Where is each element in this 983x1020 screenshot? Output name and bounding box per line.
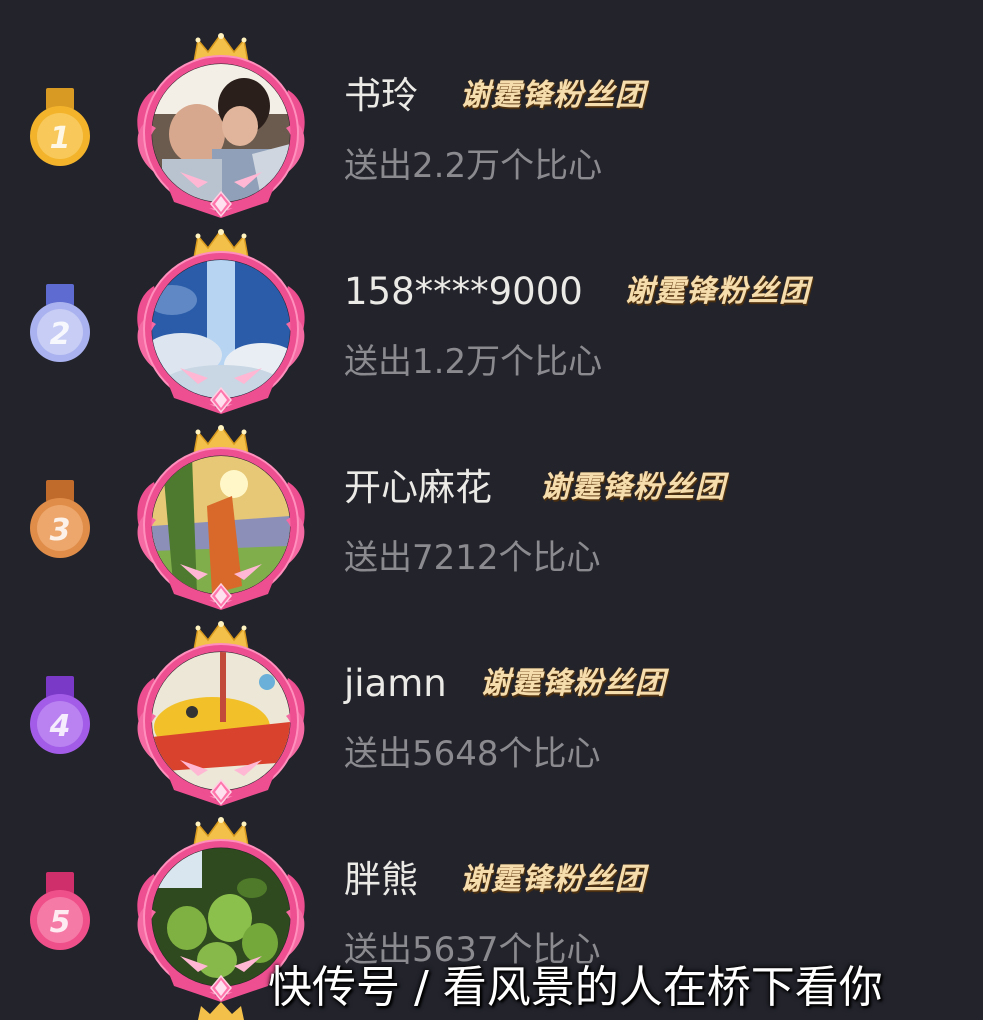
rank-number: 4 bbox=[49, 709, 71, 744]
rank-medal-icon: 2 bbox=[28, 284, 92, 364]
rank-medal-icon: 1 bbox=[28, 88, 92, 168]
fan-club-badge[interactable]: 谢霆锋粉丝团 bbox=[460, 858, 646, 902]
ranking-row-2[interactable]: 2 158****9000 谢霆锋粉丝团 送出1.2万个比心 bbox=[0, 212, 983, 408]
rank-number: 1 bbox=[49, 121, 71, 156]
fan-club-badge[interactable]: 谢霆锋粉丝团 bbox=[624, 270, 810, 314]
ranking-row-4[interactable]: 4 jiamn 谢霆锋粉丝团 送出5648个比心 bbox=[0, 604, 983, 800]
watermark: 快传号 / 看风景的人在桥下看你 bbox=[268, 962, 883, 1013]
ranking-row-1[interactable]: 1 书玲 谢霆锋粉丝团 送出2.2万个比心 bbox=[0, 16, 983, 212]
rank-number: 5 bbox=[49, 905, 71, 940]
rank-number: 2 bbox=[49, 317, 71, 352]
user-name[interactable]: 书玲 bbox=[344, 74, 418, 118]
rank-medal-icon: 5 bbox=[28, 872, 92, 952]
avatar-frame-icon bbox=[128, 424, 314, 610]
rank-number: 3 bbox=[49, 513, 71, 548]
fan-club-badge[interactable]: 谢霆锋粉丝团 bbox=[460, 74, 646, 118]
avatar-frame-icon bbox=[128, 228, 314, 414]
sent-count: 送出1.2万个比心 bbox=[344, 342, 603, 382]
fan-club-badge[interactable]: 谢霆锋粉丝团 bbox=[480, 662, 666, 706]
next-row-crown-icon bbox=[198, 1002, 244, 1020]
sent-count: 送出7212个比心 bbox=[344, 538, 601, 578]
avatar-frame-icon bbox=[128, 620, 314, 806]
user-name[interactable]: 开心麻花 bbox=[344, 466, 492, 510]
rank-medal-icon: 3 bbox=[28, 480, 92, 560]
fan-club-badge[interactable]: 谢霆锋粉丝团 bbox=[540, 466, 726, 510]
user-name[interactable]: 158****9000 bbox=[344, 270, 583, 314]
rank-medal-icon: 4 bbox=[28, 676, 92, 756]
user-name[interactable]: jiamn bbox=[344, 662, 447, 706]
ranking-row-3[interactable]: 3 开心麻花 谢霆锋粉丝团 送出7212个比心 bbox=[0, 408, 983, 604]
avatar-frame-icon bbox=[128, 32, 314, 218]
sent-count: 送出5648个比心 bbox=[344, 734, 601, 774]
sent-count: 送出2.2万个比心 bbox=[344, 146, 603, 186]
user-name[interactable]: 胖熊 bbox=[344, 858, 418, 902]
